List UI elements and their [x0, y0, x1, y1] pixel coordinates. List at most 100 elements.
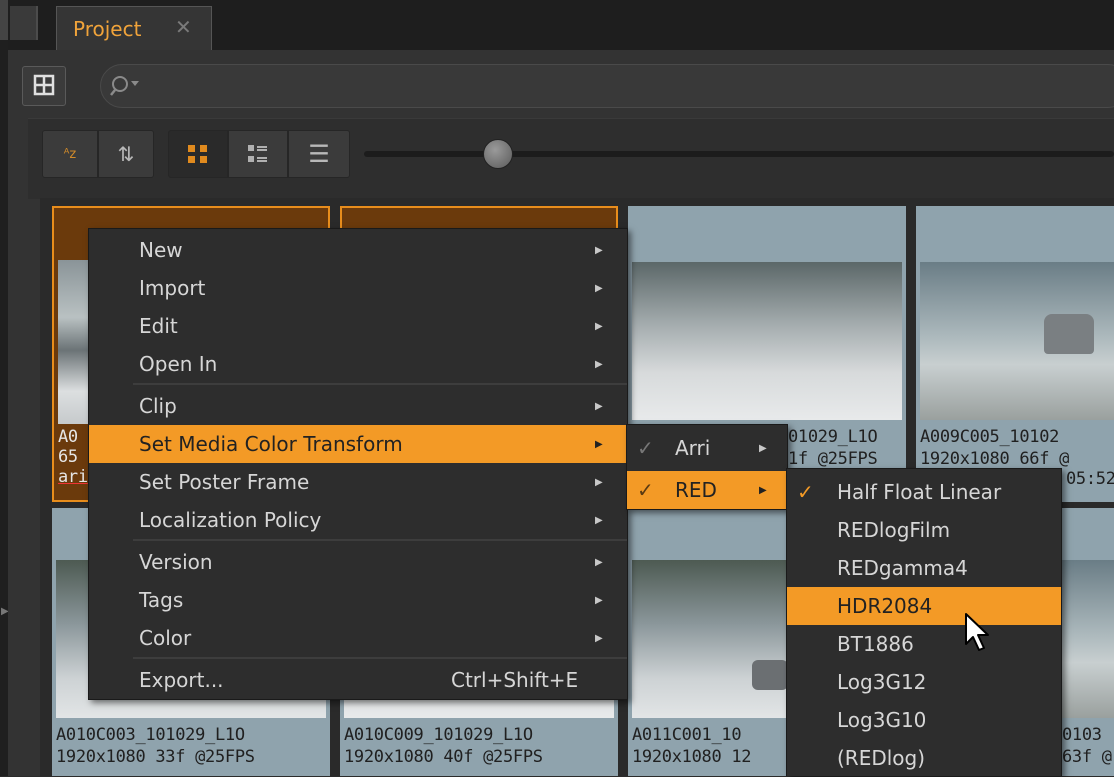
- thumbnail-size-slider[interactable]: [364, 151, 1114, 157]
- chevron-right-icon: ▶: [759, 484, 767, 496]
- context-menu: New ▶ Import ▶ Edit ▶ Open In ▶ Clip ▶ S…: [88, 228, 628, 700]
- left-panel-band: [0, 0, 8, 40]
- menu-item-label: Arri: [675, 436, 711, 460]
- menu-item-edit[interactable]: Edit ▶: [89, 307, 627, 345]
- menu-item-label: REDlogFilm: [837, 518, 951, 542]
- menu-item-localization-policy[interactable]: Localization Policy ▶: [89, 501, 627, 539]
- view-toggle-button[interactable]: [22, 66, 66, 106]
- menu-item-label: Set Poster Frame: [139, 470, 310, 494]
- search-input[interactable]: [100, 64, 1114, 108]
- menu-item-set-media-color-transform[interactable]: Set Media Color Transform ▶: [89, 425, 627, 463]
- menu-item-half-float-linear[interactable]: ✓ Half Float Linear: [787, 473, 1061, 511]
- menu-item-export[interactable]: Export... Ctrl+Shift+E: [89, 661, 627, 699]
- clip-info: 63f @: [1062, 747, 1112, 767]
- tab-corner-handle[interactable]: [10, 6, 38, 40]
- detail-view-button[interactable]: [228, 130, 288, 178]
- grid-view-button[interactable]: [168, 130, 228, 178]
- menu-item-label: Tags: [139, 588, 184, 612]
- menu-item-redgamma4[interactable]: REDgamma4: [787, 549, 1061, 587]
- menu-item-label: Export...: [139, 668, 224, 692]
- sort-order-button[interactable]: ⇅: [98, 130, 154, 178]
- clip-name: A0: [58, 427, 78, 447]
- menu-item-label: (REDlog): [837, 746, 926, 770]
- sort-alpha-icon: ᴬz: [63, 146, 77, 162]
- menu-item-label: Set Media Color Transform: [139, 432, 403, 456]
- clip-name: A010C009_101029_L1O: [344, 725, 533, 745]
- menu-separator: [133, 657, 627, 659]
- chevron-right-icon: ▶: [595, 476, 603, 488]
- menu-item-version[interactable]: Version ▶: [89, 543, 627, 581]
- clip-card[interactable]: A009C005_10102 1920x1080 66f @ 05:52: [916, 206, 1114, 502]
- clip-name: 0103: [1062, 725, 1102, 745]
- left-panel-strip: ▶: [0, 0, 9, 776]
- menu-item-label: HDR2084: [837, 594, 933, 618]
- car-shape: [752, 660, 788, 690]
- chevron-right-icon: ▶: [595, 244, 603, 256]
- menu-item-open-in[interactable]: Open In ▶: [89, 345, 627, 383]
- menu-item-set-poster-frame[interactable]: Set Poster Frame ▶: [89, 463, 627, 501]
- menu-item-import[interactable]: Import ▶: [89, 269, 627, 307]
- check-icon: ✓: [637, 436, 654, 460]
- clip-timecode: 05:52: [1066, 469, 1114, 489]
- clip-colorspace: ari: [58, 467, 88, 487]
- menu-item-hdr2084[interactable]: HDR2084: [787, 587, 1061, 625]
- menu-item-label: BT1886: [837, 632, 914, 656]
- menu-item-arri[interactable]: ✓ Arri ▶: [627, 429, 787, 467]
- tab-title: Project: [73, 17, 142, 41]
- menu-item-bt1886[interactable]: BT1886: [787, 625, 1061, 663]
- clip-info: 1920x1080 66f @: [920, 449, 1070, 469]
- chevron-right-icon: ▶: [759, 442, 767, 454]
- clip-thumbnail: [920, 262, 1114, 420]
- menu-item-log3g12[interactable]: Log3G12: [787, 663, 1061, 701]
- clip-card[interactable]: [340, 206, 618, 230]
- chevron-right-icon: ▶: [595, 282, 603, 294]
- mouse-cursor-icon: [965, 613, 989, 651]
- clip-info: 1920x1080 40f @25FPS: [344, 747, 543, 767]
- menu-item-shortcut: Ctrl+Shift+E: [451, 668, 579, 692]
- slider-handle[interactable]: [483, 139, 513, 169]
- sort-alpha-button[interactable]: ᴬz: [42, 130, 98, 178]
- menu-item-new[interactable]: New ▶: [89, 231, 627, 269]
- menu-item-color[interactable]: Color ▶: [89, 619, 627, 657]
- clip-name: A011C001_10: [632, 725, 742, 745]
- menu-item-tags[interactable]: Tags ▶: [89, 581, 627, 619]
- grid-icon: [188, 145, 207, 163]
- sort-order-icon: ⇅: [117, 142, 135, 166]
- clip-name: 01029_L1O: [788, 427, 878, 447]
- clip-info: 1920x1080 12: [632, 747, 752, 767]
- submenu-red-colorspace: ✓ Half Float Linear REDlogFilm REDgamma4…: [786, 468, 1062, 776]
- menu-item-label: RED: [675, 478, 717, 502]
- chevron-right-icon: ▶: [595, 514, 603, 526]
- menu-item-label: Import: [139, 276, 206, 300]
- menu-item-label: Version: [139, 550, 213, 574]
- menu-item-label: Edit: [139, 314, 178, 338]
- menu-item-label: Half Float Linear: [837, 480, 1002, 504]
- tab-project[interactable]: Project ✕: [56, 6, 212, 50]
- menu-item-label: REDgamma4: [837, 556, 968, 580]
- clip-info: 1920x1080 33f @25FPS: [56, 747, 255, 767]
- clip-name: A010C003_101029_L1O: [56, 725, 245, 745]
- clip-info: 65: [58, 447, 78, 467]
- chevron-right-icon: ▶: [595, 438, 603, 450]
- list-view-button[interactable]: ☰: [288, 130, 350, 178]
- menu-item-label: Localization Policy: [139, 508, 322, 532]
- menu-item-label: Color: [139, 626, 192, 650]
- menu-item-red[interactable]: ✓ RED ▶: [627, 471, 787, 509]
- clip-thumbnail: [632, 262, 902, 420]
- detail-icon: [248, 145, 267, 162]
- menu-item-redlog[interactable]: (REDlog): [787, 739, 1061, 777]
- menu-item-redlogfilm[interactable]: REDlogFilm: [787, 511, 1061, 549]
- chevron-right-icon: ▶: [595, 632, 603, 644]
- menu-item-label: Clip: [139, 394, 177, 418]
- chevron-right-icon: ▶: [595, 556, 603, 568]
- chevron-right-icon: ▶: [595, 358, 603, 370]
- menu-item-clip[interactable]: Clip ▶: [89, 387, 627, 425]
- close-icon[interactable]: ✕: [175, 15, 192, 39]
- menu-item-label: New: [139, 238, 183, 262]
- menu-item-label: Log3G10: [837, 708, 927, 732]
- check-icon: ✓: [797, 480, 814, 504]
- clip-thumbnail: [58, 260, 92, 424]
- menu-item-log3g10[interactable]: Log3G10: [787, 701, 1061, 739]
- grid-view-icon: [33, 74, 55, 96]
- menu-item-label: Open In: [139, 352, 218, 376]
